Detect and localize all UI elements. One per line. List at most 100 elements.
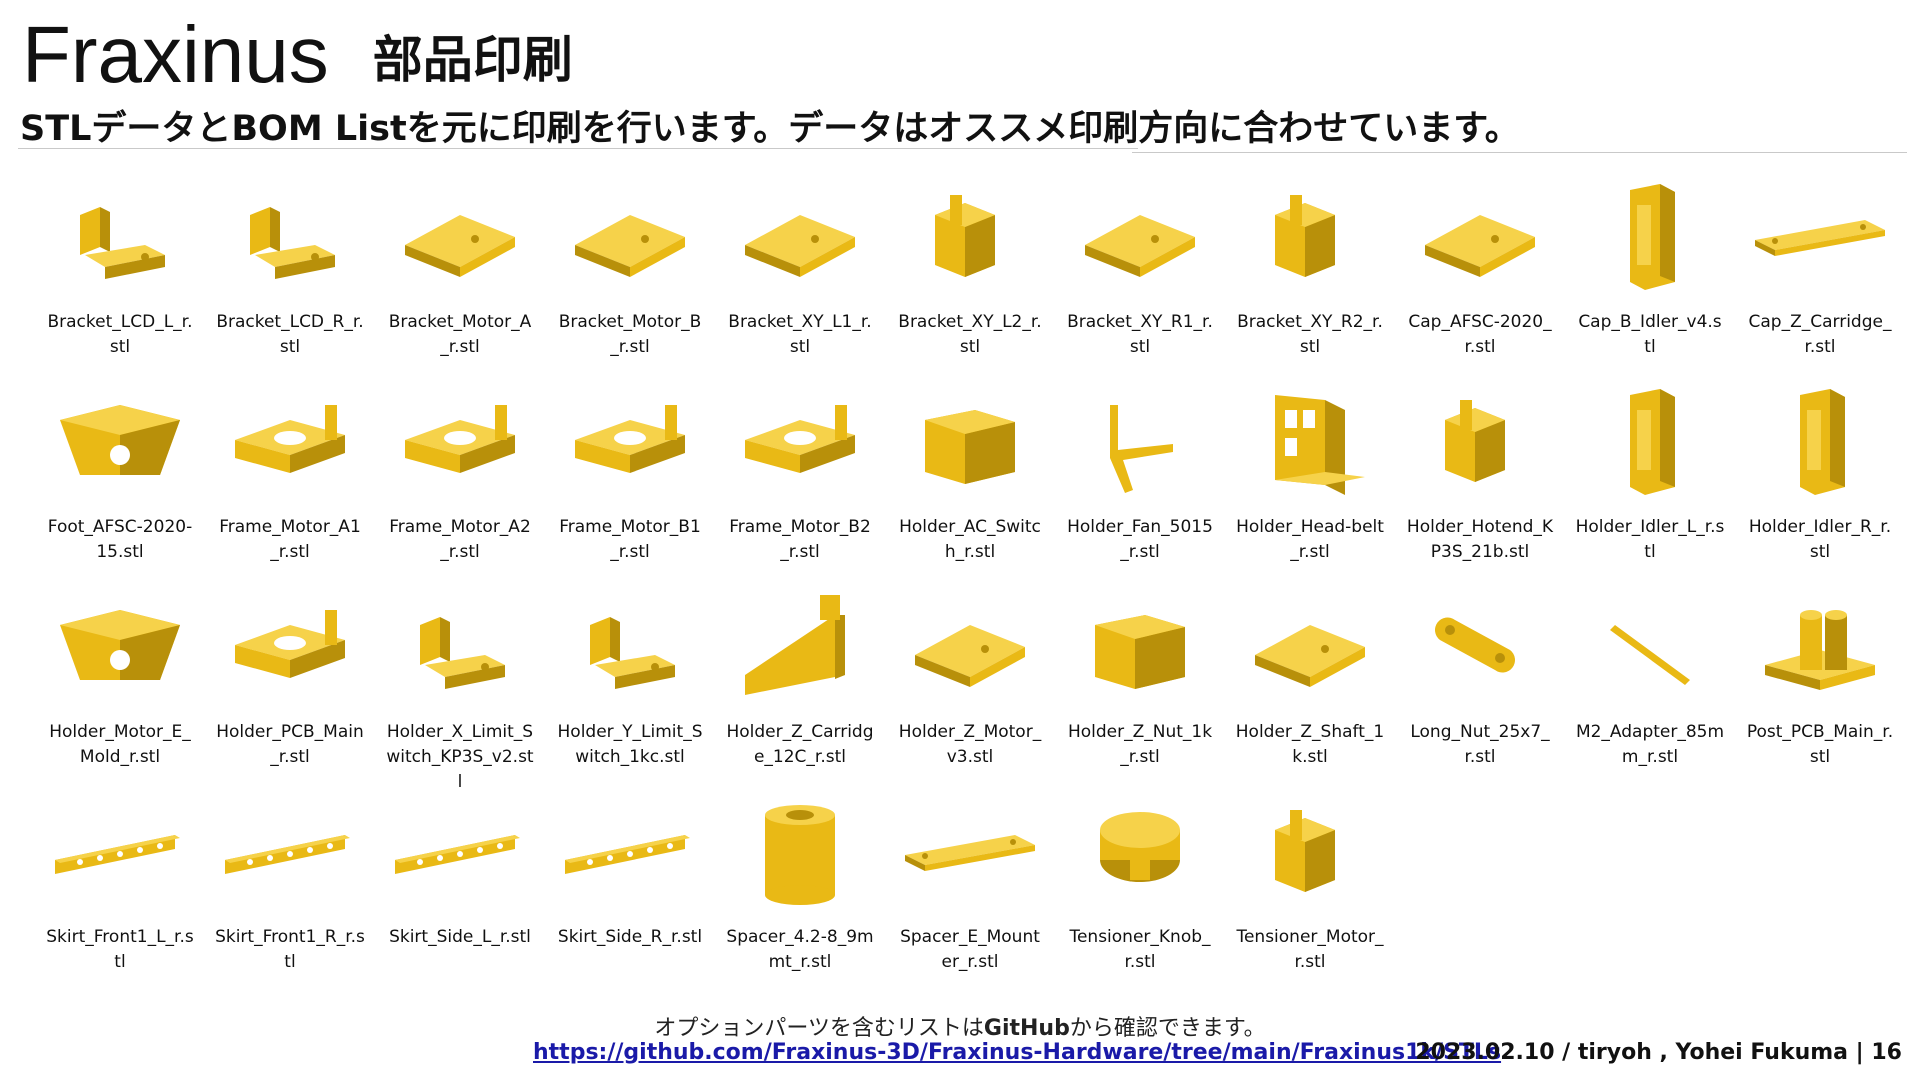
page-title: Fraxinus 部品印刷 xyxy=(22,8,573,98)
file-name: Holder_Z_Shaft_1k.stl xyxy=(1235,722,1385,767)
plate-part-icon xyxy=(1235,585,1385,710)
file-name: Bracket_XY_R1_r.stl xyxy=(1067,312,1213,357)
bracket-part-icon xyxy=(215,175,365,300)
file-item[interactable]: Frame_Motor_A1_r.stl xyxy=(205,380,375,585)
file-item[interactable]: Skirt_Front1_R_r.stl xyxy=(205,790,375,995)
plate-part-icon xyxy=(1405,175,1555,300)
box-part-icon xyxy=(1065,585,1215,710)
foot-part-icon xyxy=(45,585,195,710)
file-item[interactable]: Cap_AFSC-2020_r.stl xyxy=(1395,175,1565,380)
file-name: Tensioner_Knob_r.stl xyxy=(1069,927,1211,972)
file-name: Spacer_E_Mounter_r.stl xyxy=(900,927,1040,972)
file-name: Bracket_XY_R2_r.stl xyxy=(1237,312,1383,357)
file-item[interactable]: Holder_Z_Carridge_12C_r.stl xyxy=(715,585,885,790)
file-name: Holder_PCB_Main_r.stl xyxy=(216,722,364,767)
file-name: Cap_Z_Carridge_r.stl xyxy=(1748,312,1892,357)
file-item[interactable]: Holder_Idler_L_r.stl xyxy=(1565,380,1735,585)
file-item[interactable]: Holder_Z_Nut_1k_r.stl xyxy=(1055,585,1225,790)
file-item[interactable]: Bracket_LCD_R_r.stl xyxy=(205,175,375,380)
page-subtitle: STLデータとBOM Listを元に印刷を行います。データはオススメ印刷方向に合… xyxy=(20,109,1520,149)
file-item[interactable]: Foot_AFSC-2020-15.stl xyxy=(35,380,205,585)
file-item[interactable]: Frame_Motor_A2_r.stl xyxy=(375,380,545,585)
box-part-icon xyxy=(895,380,1045,505)
file-name: Holder_Idler_R_r.stl xyxy=(1748,517,1892,562)
file-item[interactable]: Bracket_XY_R2_r.stl xyxy=(1225,175,1395,380)
frame-part-icon xyxy=(725,380,875,505)
file-item[interactable]: Tensioner_Knob_r.stl xyxy=(1055,790,1225,995)
frame-part-icon xyxy=(215,380,365,505)
skirt-part-icon xyxy=(45,790,195,915)
github-link[interactable]: https://github.com/Fraxinus-3D/Fraxinus-… xyxy=(533,1040,1501,1065)
file-name: Frame_Motor_A1_r.stl xyxy=(219,517,361,562)
file-item[interactable]: Bracket_XY_L1_r.stl xyxy=(715,175,885,380)
plate-part-icon xyxy=(555,175,705,300)
file-item[interactable]: Bracket_XY_L2_r.stl xyxy=(885,175,1055,380)
block-part-icon xyxy=(1235,175,1385,300)
file-name: Holder_X_Limit_Switch_KP3S_v2.stl xyxy=(386,722,534,792)
file-item[interactable]: Skirt_Front1_L_r.stl xyxy=(35,790,205,995)
file-item[interactable]: Frame_Motor_B1_r.stl xyxy=(545,380,715,585)
file-item[interactable]: Bracket_XY_R1_r.stl xyxy=(1055,175,1225,380)
footer-note-after: から確認できます。 xyxy=(1069,1016,1266,1041)
file-name: Skirt_Front1_L_r.stl xyxy=(46,927,194,972)
file-name: Long_Nut_25x7_r.stl xyxy=(1410,722,1550,767)
file-name: Holder_AC_Switch_r.stl xyxy=(899,517,1041,562)
file-item[interactable]: Holder_PCB_Main_r.stl xyxy=(205,585,375,790)
link-part-icon xyxy=(1405,585,1555,710)
title-jp: 部品印刷 xyxy=(372,31,573,89)
file-item[interactable]: Bracket_Motor_B_r.stl xyxy=(545,175,715,380)
foot-part-icon xyxy=(45,380,195,505)
file-item[interactable]: Holder_Y_Limit_Switch_1kc.stl xyxy=(545,585,715,790)
skirt-part-icon xyxy=(215,790,365,915)
plate-part-icon xyxy=(1065,175,1215,300)
file-name: Post_PCB_Main_r.stl xyxy=(1746,722,1894,767)
file-item[interactable]: Holder_Head-belt_r.stl xyxy=(1225,380,1395,585)
knob-part-icon xyxy=(1065,790,1215,915)
file-name: Bracket_LCD_R_r.stl xyxy=(216,312,364,357)
file-item[interactable]: Frame_Motor_B2_r.stl xyxy=(715,380,885,585)
file-item[interactable]: Bracket_LCD_L_r.stl xyxy=(35,175,205,380)
credit-line: 2023.02.10 / tiryoh , Yohei Fukuma | 16 xyxy=(1415,1040,1902,1065)
file-name: Holder_Hotend_KP3S_21b.stl xyxy=(1406,517,1554,562)
file-item[interactable]: Spacer_E_Mounter_r.stl xyxy=(885,790,1055,995)
file-name: Skirt_Front1_R_r.stl xyxy=(215,927,365,972)
block-part-icon xyxy=(1235,790,1385,915)
file-item[interactable]: Cap_Z_Carridge_r.stl xyxy=(1735,175,1905,380)
file-item[interactable]: Holder_X_Limit_Switch_KP3S_v2.stl xyxy=(375,585,545,792)
tower-part-icon xyxy=(1745,380,1895,505)
file-item[interactable]: Holder_AC_Switch_r.stl xyxy=(885,380,1055,585)
file-item[interactable]: Holder_Motor_E_Mold_r.stl xyxy=(35,585,205,790)
file-name: Holder_Idler_L_r.stl xyxy=(1575,517,1725,562)
file-item[interactable]: Post_PCB_Main_r.stl xyxy=(1735,585,1905,790)
file-name: Frame_Motor_A2_r.stl xyxy=(389,517,531,562)
footer-note-bold: GitHub xyxy=(983,1016,1070,1041)
file-item[interactable]: Holder_Idler_R_r.stl xyxy=(1735,380,1905,585)
file-item[interactable]: Holder_Z_Shaft_1k.stl xyxy=(1225,585,1395,790)
file-name: Bracket_XY_L2_r.stl xyxy=(898,312,1042,357)
plate-part-icon xyxy=(895,585,1045,710)
file-item[interactable]: Skirt_Side_R_r.stl xyxy=(545,790,715,995)
file-name: Bracket_Motor_B_r.stl xyxy=(558,312,702,357)
file-name: Holder_Y_Limit_Switch_1kc.stl xyxy=(557,722,703,767)
file-item[interactable]: Holder_Fan_5015_r.stl xyxy=(1055,380,1225,585)
file-name: Cap_B_Idler_v4.stl xyxy=(1578,312,1722,357)
file-item[interactable]: Holder_Hotend_KP3S_21b.stl xyxy=(1395,380,1565,585)
file-item[interactable]: Bracket_Motor_A_r.stl xyxy=(375,175,545,380)
block-part-icon xyxy=(1405,380,1555,505)
file-item[interactable]: Skirt_Side_L_r.stl xyxy=(375,790,545,995)
file-item[interactable]: Spacer_4.2-8_9mmt_r.stl xyxy=(715,790,885,995)
file-name: Bracket_Motor_A_r.stl xyxy=(388,312,532,357)
file-item[interactable]: Holder_Z_Motor_v3.stl xyxy=(885,585,1055,790)
file-name: Tensioner_Motor_r.stl xyxy=(1236,927,1384,972)
post-part-icon xyxy=(1745,585,1895,710)
file-item[interactable]: M2_Adapter_85mm_r.stl xyxy=(1565,585,1735,790)
file-item[interactable]: Long_Nut_25x7_r.stl xyxy=(1395,585,1565,790)
file-item[interactable]: Cap_B_Idler_v4.stl xyxy=(1565,175,1735,380)
plate-part-icon xyxy=(725,175,875,300)
wedge-part-icon xyxy=(725,585,875,710)
file-name: Holder_Fan_5015_r.stl xyxy=(1067,517,1213,562)
file-name: Holder_Z_Nut_1k_r.stl xyxy=(1067,722,1213,767)
file-name: Frame_Motor_B2_r.stl xyxy=(729,517,871,562)
file-item[interactable]: Tensioner_Motor_r.stl xyxy=(1225,790,1395,995)
bracket-part-icon xyxy=(555,585,705,710)
